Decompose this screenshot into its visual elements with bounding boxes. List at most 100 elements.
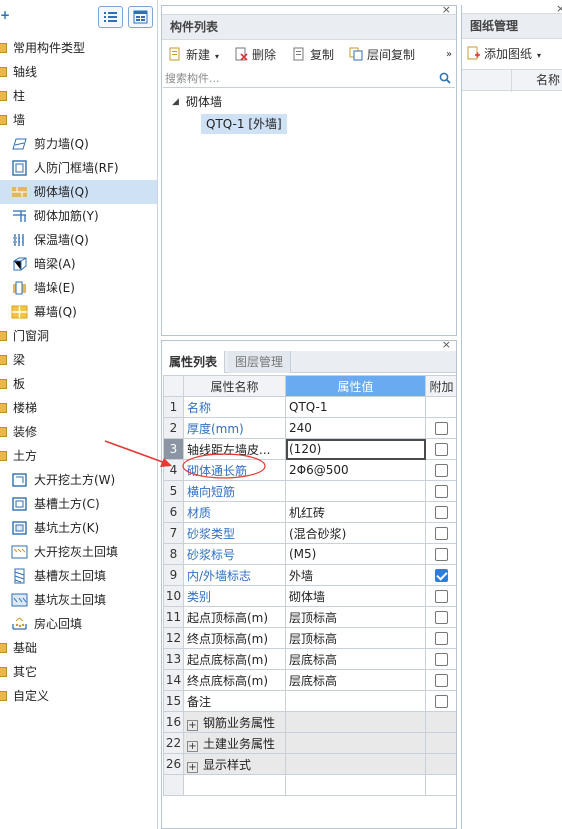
property-row[interactable]: 3 轴线距左墙皮... (120)	[163, 438, 456, 460]
tree-category[interactable]: 门窗洞	[0, 324, 157, 348]
property-value[interactable]	[285, 690, 426, 712]
extra-checkbox[interactable]	[435, 422, 448, 435]
property-row[interactable]: 14 终点底标高(m) 层底标高	[163, 669, 456, 691]
tree-item[interactable]: 大开挖灰土回填	[0, 540, 157, 564]
tree-item[interactable]: 大开挖土方(W)	[0, 468, 157, 492]
property-row[interactable]: 11 起点顶标高(m) 层顶标高	[163, 606, 456, 628]
property-value[interactable]: QTQ-1	[285, 396, 426, 418]
close-icon[interactable]: ×	[442, 341, 451, 351]
property-row[interactable]: 7 砂浆类型 (混合砂浆)	[163, 522, 456, 544]
property-value[interactable]: 层顶标高	[285, 627, 426, 649]
tree-category[interactable]: 轴线	[0, 60, 157, 84]
tree-item[interactable]: 基坑灰土回填	[0, 588, 157, 612]
tree-category[interactable]: 楼梯	[0, 396, 157, 420]
tree-item[interactable]: 人防门框墙(RF)	[0, 156, 157, 180]
extra-checkbox[interactable]	[435, 695, 448, 708]
property-row[interactable]: 5 横向短筋	[163, 480, 456, 502]
property-value[interactable]: (120)	[285, 438, 426, 460]
extra-checkbox[interactable]	[435, 590, 448, 603]
extra-checkbox[interactable]	[435, 443, 448, 456]
expand-plus-icon[interactable]: +	[187, 740, 198, 752]
property-value[interactable]: 机红砖	[285, 501, 426, 523]
extra-checkbox[interactable]	[435, 653, 448, 666]
tab-layer-management[interactable]: 图层管理	[228, 351, 292, 373]
property-group[interactable]: + 土建业务属性	[183, 732, 286, 754]
property-row[interactable]: 12 终点顶标高(m) 层顶标高	[163, 627, 456, 649]
property-group-row[interactable]: 16 + 钢筋业务属性	[163, 711, 456, 733]
search-icon[interactable]	[439, 72, 451, 84]
tree-item[interactable]: 砌体墙(Q)	[0, 180, 157, 204]
tree-item[interactable]: 房心回填	[0, 612, 157, 636]
tree-category[interactable]: 墙	[0, 108, 157, 132]
add-drawing-button[interactable]: 添加图纸 ▾	[466, 45, 541, 63]
property-row[interactable]: 1 名称 QTQ-1	[163, 396, 456, 418]
extra-checkbox[interactable]	[435, 548, 448, 561]
property-group[interactable]: + 钢筋业务属性	[183, 711, 286, 733]
list-view-button[interactable]	[98, 6, 123, 28]
tree-item[interactable]: 砌体加筋(Y)	[0, 204, 157, 228]
property-row[interactable]: 8 砂浆标号 (M5)	[163, 543, 456, 565]
tree-category[interactable]: 柱	[0, 84, 157, 108]
tree-category[interactable]: 梁	[0, 348, 157, 372]
extra-checkbox[interactable]	[435, 611, 448, 624]
property-row[interactable]: 9 内/外墙标志 外墙	[163, 564, 456, 586]
icon-view-button[interactable]	[128, 6, 153, 28]
property-group[interactable]: + 显示样式	[183, 753, 286, 775]
property-row[interactable]: 10 类别 砌体墙	[163, 585, 456, 607]
property-value[interactable]: 240	[285, 417, 426, 439]
tree-category[interactable]: 自定义	[0, 684, 157, 708]
extra-checkbox[interactable]	[435, 485, 448, 498]
component-tree-root[interactable]: ◢ 砌体墙	[162, 92, 456, 112]
property-value[interactable]: 外墙	[285, 564, 426, 586]
tree-item[interactable]: 基坑土方(K)	[0, 516, 157, 540]
tree-category[interactable]: 装修	[0, 420, 157, 444]
tree-item[interactable]: 暗梁(A)	[0, 252, 157, 276]
tree-category[interactable]: 土方	[0, 444, 157, 468]
property-row[interactable]: 15 备注	[163, 690, 456, 712]
property-value[interactable]: 层底标高	[285, 669, 426, 691]
property-value[interactable]: 层底标高	[285, 648, 426, 670]
property-group-row[interactable]: 26 + 显示样式	[163, 753, 456, 775]
tree-item[interactable]: 幕墙(Q)	[0, 300, 157, 324]
extra-checkbox[interactable]	[435, 674, 448, 687]
property-row[interactable]: 4 砌体通长筋 2Φ6@500	[163, 459, 456, 481]
expand-all-icon[interactable]: +	[0, 8, 10, 22]
delete-button[interactable]: 删除	[234, 46, 276, 64]
tree-category[interactable]: 板	[0, 372, 157, 396]
property-value[interactable]: 砌体墙	[285, 585, 426, 607]
extra-checkbox[interactable]	[435, 464, 448, 477]
property-row[interactable]: 13 起点底标高(m) 层底标高	[163, 648, 456, 670]
tree-item[interactable]: 墙垛(E)	[0, 276, 157, 300]
property-row[interactable]: 2 厚度(mm) 240	[163, 417, 456, 439]
property-value[interactable]: (混合砂浆)	[285, 522, 426, 544]
property-group-row[interactable]: 22 + 土建业务属性	[163, 732, 456, 754]
component-item-qtq-1[interactable]: QTQ-1 [外墙]	[201, 114, 287, 134]
expand-plus-icon[interactable]: +	[187, 761, 198, 773]
property-value[interactable]: (M5)	[285, 543, 426, 565]
extra-checkbox[interactable]	[435, 569, 448, 582]
tab-property-list[interactable]: 属性列表	[162, 351, 226, 373]
property-value[interactable]: 层顶标高	[285, 606, 426, 628]
column-divider[interactable]	[511, 70, 512, 92]
expand-plus-icon[interactable]: +	[187, 719, 198, 731]
copy-button[interactable]: 复制	[292, 46, 334, 64]
property-value[interactable]	[285, 480, 426, 502]
extra-checkbox[interactable]	[435, 527, 448, 540]
tree-category[interactable]: 其它	[0, 660, 157, 684]
collapse-arrow-icon[interactable]: ◢	[172, 92, 179, 112]
tree-category[interactable]: 基础	[0, 636, 157, 660]
property-row[interactable]: 6 材质 机红砖	[163, 501, 456, 523]
property-value[interactable]: 2Φ6@500	[285, 459, 426, 481]
tree-item[interactable]: 基槽灰土回填	[0, 564, 157, 588]
tree-item[interactable]: 基槽土方(C)	[0, 492, 157, 516]
floor-copy-button[interactable]: 层间复制	[349, 46, 415, 64]
new-button[interactable]: 新建 ▾	[168, 46, 219, 64]
tree-item[interactable]: 剪力墙(Q)	[0, 132, 157, 156]
extra-checkbox[interactable]	[435, 632, 448, 645]
extra-checkbox[interactable]	[435, 506, 448, 519]
tree-category[interactable]: 常用构件类型	[0, 36, 157, 60]
row-number	[163, 774, 184, 796]
tree-item[interactable]: 保温墙(Q)	[0, 228, 157, 252]
component-search-input[interactable]	[163, 70, 433, 87]
more-tools-icon[interactable]: »	[446, 46, 452, 64]
